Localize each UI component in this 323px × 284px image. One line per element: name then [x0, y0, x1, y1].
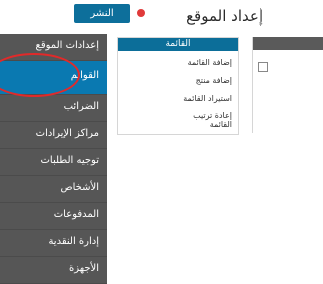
sidebar-item-revenue-centers[interactable]: مراكز الإيرادات	[0, 122, 107, 149]
sidebar-item-taxes[interactable]: الضرائب	[0, 95, 107, 122]
sidebar-item-label: الأشخاص	[60, 182, 99, 193]
sidebar-item-label: إعدادات الموقع	[35, 40, 99, 51]
sidebar-item-order-routing[interactable]: توجيه الطلبات	[0, 149, 107, 176]
sidebar-item-label: المدفوعات	[53, 209, 99, 220]
sidebar-item-label: الأجهزة	[68, 263, 99, 274]
page-title: إعداد الموقع	[186, 7, 263, 25]
reorder-menu-link[interactable]: إعادة ترتيب القائمة	[192, 111, 232, 129]
sidebar-item-cash-management[interactable]: إدارة النقدية	[0, 230, 107, 257]
checkbox[interactable]	[258, 62, 268, 72]
menu-panel: القائمة إضافة القائمة إضافة منتج استيراد…	[117, 37, 239, 135]
sidebar-item-label: إدارة النقدية	[48, 236, 99, 247]
status-dot-icon	[137, 9, 145, 17]
sidebar-item-label: الضرائب	[63, 101, 99, 112]
sidebar-item-label: مراكز الإيرادات	[35, 128, 99, 139]
publish-button[interactable]: النشر	[74, 4, 130, 23]
add-product-link[interactable]: إضافة منتج	[196, 76, 232, 85]
menu-panel-header: القائمة	[118, 38, 238, 51]
secondary-panel	[252, 37, 323, 133]
import-menu-link[interactable]: استيراد القائمة	[183, 94, 232, 103]
sidebar-item-payments[interactable]: المدفوعات	[0, 203, 107, 230]
secondary-panel-header	[253, 37, 323, 50]
title-divider	[260, 8, 261, 26]
sidebar-item-people[interactable]: الأشخاص	[0, 176, 107, 203]
sidebar-item-label: توجيه الطلبات	[40, 155, 99, 166]
top-bar: إعداد الموقع النشر	[0, 0, 323, 34]
add-menu-link[interactable]: إضافة القائمة	[188, 58, 232, 67]
